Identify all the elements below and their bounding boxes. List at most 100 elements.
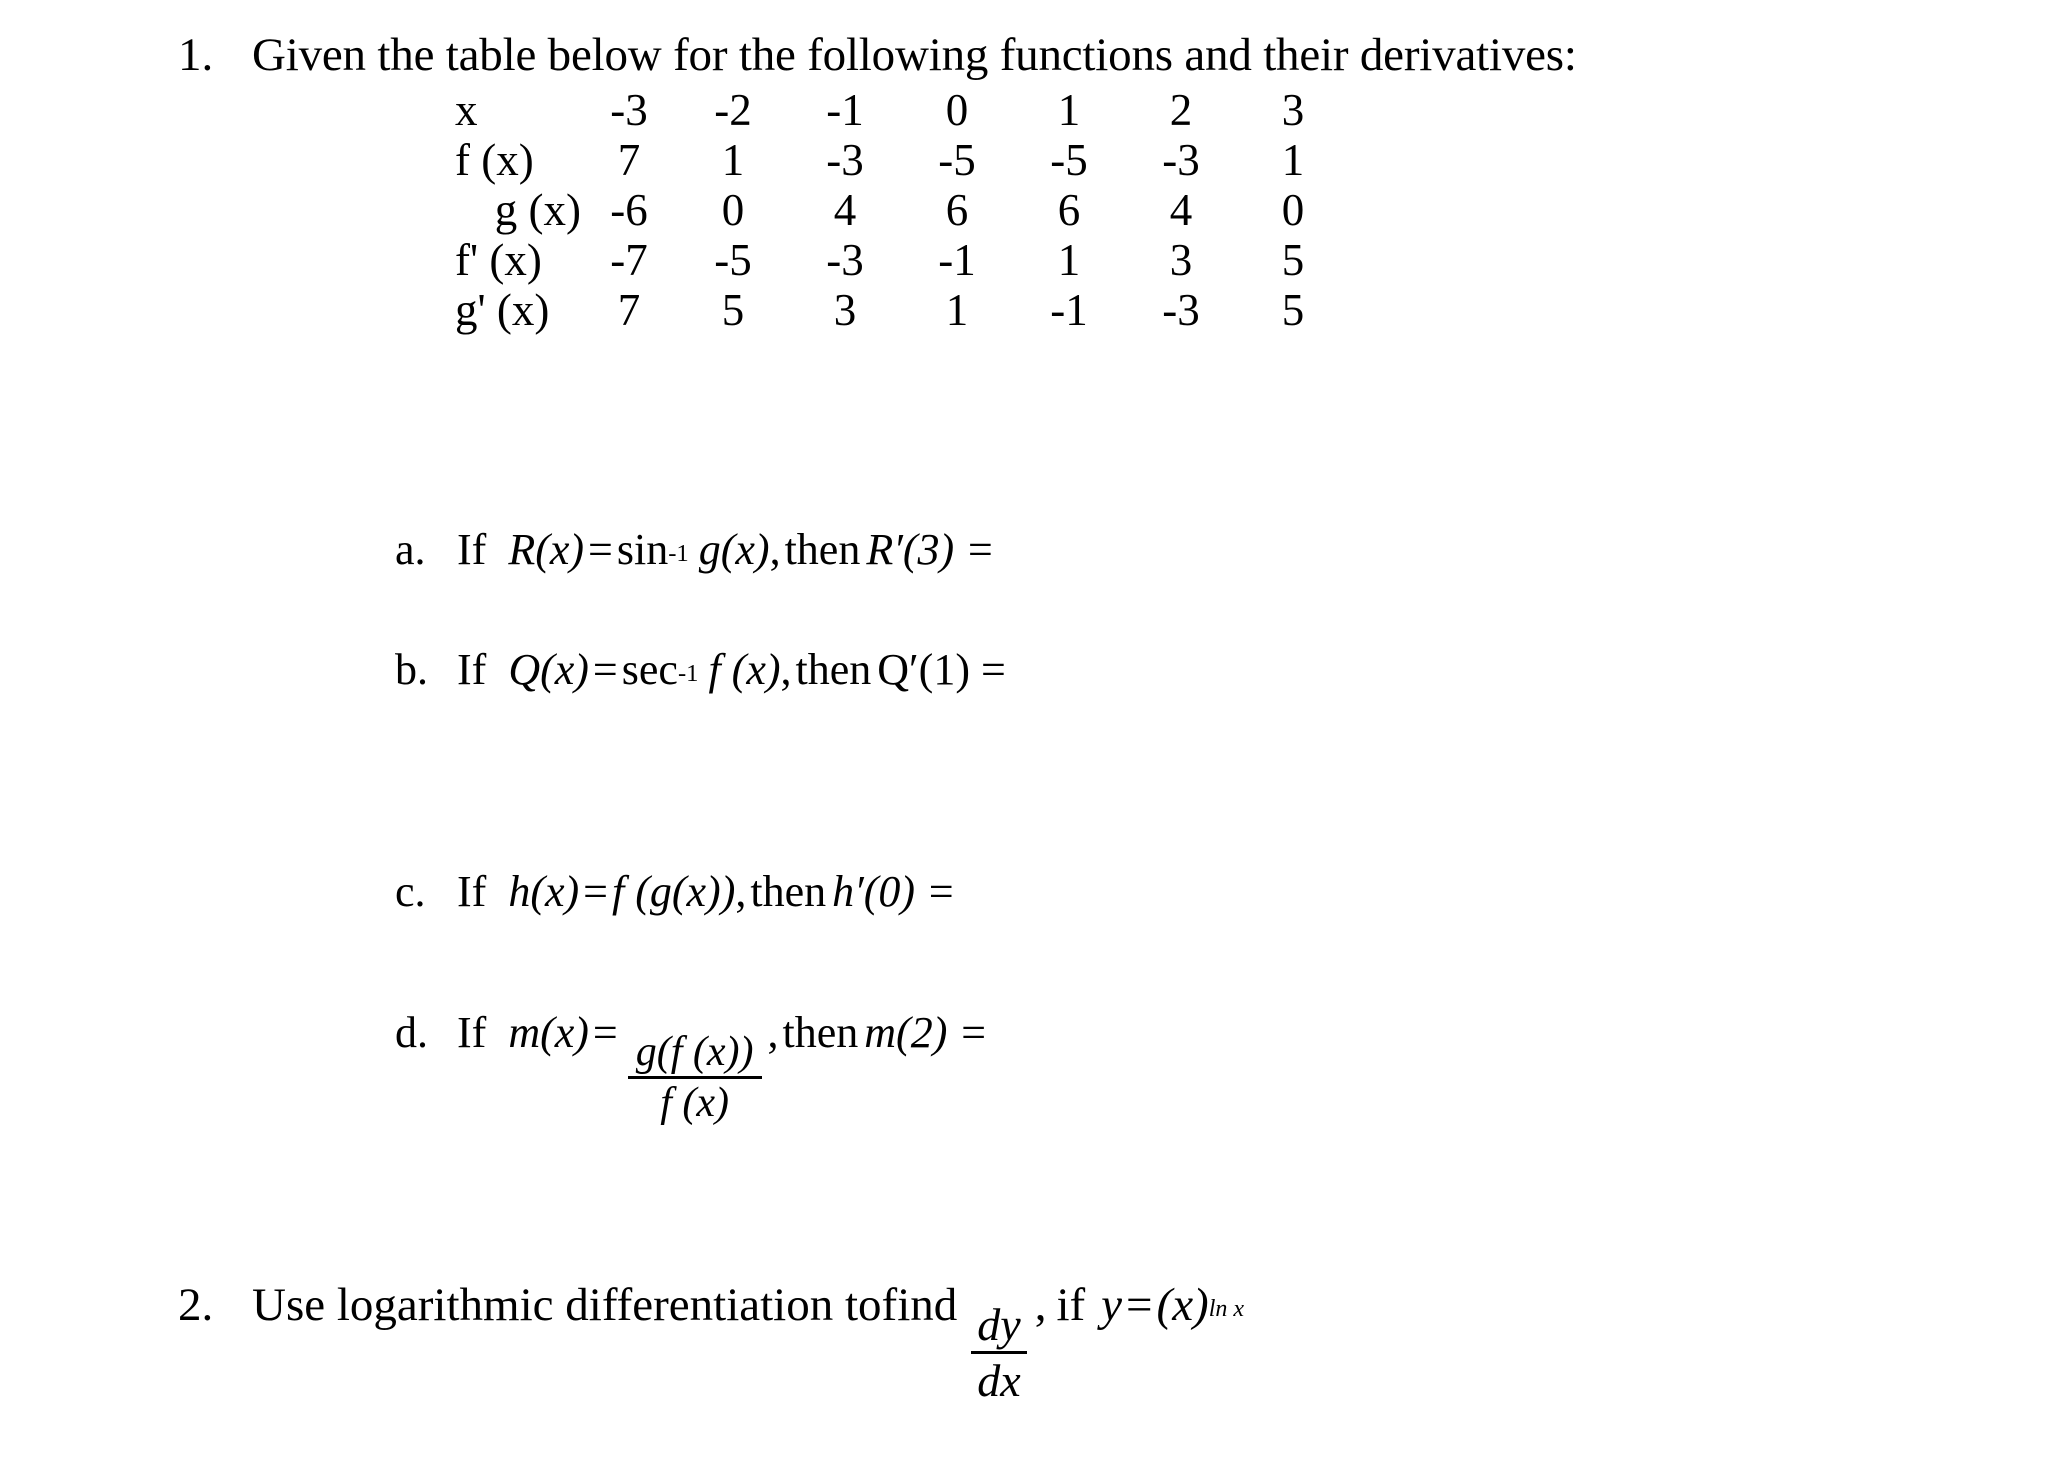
part-d-equals: =: [592, 1008, 618, 1057]
row-label-f: f (x): [455, 135, 534, 185]
part-b-equals: =: [592, 645, 618, 694]
cell-g-0: -6: [610, 185, 648, 235]
table-row-x: x -3 -2 -1 0 1 2 3: [455, 88, 1349, 138]
part-c-argument: f (g(x)): [611, 867, 736, 916]
cell-x-1: -2: [714, 85, 752, 135]
part-a-lhs: R(x): [508, 525, 585, 574]
part-d-result: m(2) =: [864, 1008, 989, 1057]
problem-1-part-b: b. If Q(x) = sec -1 f (x) , then Q′(1) =: [395, 645, 1006, 694]
problem-1-part-d: d. If m(x) = g(f (x)) f (x) , then m(2) …: [395, 1008, 989, 1126]
cell-g-5: 4: [1169, 185, 1193, 235]
problem-2-derivative-fraction: dy dx: [971, 1298, 1027, 1408]
part-d-fraction: g(f (x)) f (x): [627, 1028, 762, 1127]
cell-g-prime-6: 5: [1281, 285, 1305, 335]
problem-2-equation-equals: =: [1126, 1279, 1153, 1331]
part-b-letter: b.: [395, 645, 428, 694]
problem-1-stem-text: Given the table below for the following …: [252, 29, 1577, 81]
part-a-equals: =: [588, 525, 613, 574]
table-row-g-prime: g' (x) 7 5 3 1 -1 -3 5: [455, 288, 1349, 338]
problem-2-equation-base: (x): [1156, 1279, 1209, 1331]
cell-f-3: -5: [938, 135, 976, 185]
cell-g-2: 4: [833, 185, 857, 235]
part-a-letter: a.: [395, 525, 426, 574]
cell-f-prime-6: 5: [1281, 235, 1305, 285]
problem-1-part-c: c. If h(x) = f (g(x)) , then h′(0) =: [395, 870, 956, 914]
cell-f-prime-2: -3: [826, 235, 864, 285]
cell-g-prime-2: 3: [833, 285, 857, 335]
cell-x-3: 0: [945, 85, 969, 135]
row-label-g-prime: g' (x): [455, 285, 550, 335]
part-c-letter: c.: [395, 867, 426, 916]
part-a-function-name: sin: [616, 525, 669, 574]
cell-g-prime-4: -1: [1050, 285, 1088, 335]
problem-2-text-before: Use logarithmic differentiation to: [252, 1279, 882, 1331]
part-b-argument: f (x): [708, 645, 781, 694]
part-b-then: then: [795, 645, 872, 694]
cell-g-1: 0: [721, 185, 745, 235]
part-d-letter: d.: [395, 1008, 428, 1057]
cell-x-4: 1: [1057, 85, 1081, 135]
problem-2: 2. Use logarithmic differentiation to fi…: [178, 1279, 1245, 1407]
part-a-comma: ,: [769, 525, 781, 574]
part-a-then: then: [784, 525, 861, 574]
part-d-if: If: [457, 1008, 487, 1057]
table-row-f-prime: f' (x) -7 -5 -3 -1 1 3 5: [455, 238, 1349, 288]
cell-g-4: 6: [1057, 185, 1081, 235]
problem-2-equation-lhs: y: [1101, 1279, 1123, 1331]
problem-1-stem-line: 1. Given the table below for the followi…: [178, 32, 1978, 79]
part-b-result: Q′(1) =: [877, 645, 1006, 694]
part-b-comma: ,: [780, 645, 792, 694]
cell-x-2: -1: [826, 85, 864, 135]
cell-g-6: 0: [1281, 185, 1305, 235]
cell-f-6: 1: [1281, 135, 1305, 185]
cell-f-prime-5: 3: [1169, 235, 1193, 285]
problem-2-number: 2.: [178, 1279, 214, 1331]
cell-g-3: 6: [945, 185, 969, 235]
part-c-comma: ,: [735, 867, 747, 916]
cell-f-prime-0: -7: [610, 235, 648, 285]
worksheet-page: 1. Given the table below for the followi…: [0, 0, 2046, 1469]
misspelled-word-find: find: [882, 1282, 958, 1329]
table-row-g: g (x) -6 0 4 6 6 4 0: [455, 188, 1349, 238]
part-d-then: then: [782, 1008, 859, 1057]
part-c-equals: =: [583, 867, 608, 916]
cell-x-5: 2: [1169, 85, 1193, 135]
part-b-if: If: [457, 645, 487, 694]
part-d-numerator: g(f (x)): [635, 1028, 754, 1075]
cell-f-4: -5: [1050, 135, 1088, 185]
table-row-f: f (x) 7 1 -3 -5 -5 -3 1: [455, 138, 1349, 188]
part-a-if: If: [457, 525, 487, 574]
part-b-lhs: Q(x): [508, 645, 589, 694]
problem-1-part-a: a. If R(x) = sin -1 g(x) , then R′(3) =: [395, 525, 995, 574]
cell-g-prime-5: -3: [1162, 285, 1200, 335]
cell-f-prime-3: -1: [938, 235, 976, 285]
part-c-then: then: [750, 867, 827, 916]
problem-2-comma: ,: [1034, 1279, 1047, 1331]
problem-2-misspelled-word: find: [881, 1279, 958, 1331]
problem-2-derivative-numerator: dy: [977, 1298, 1021, 1350]
row-label-x: x: [455, 85, 478, 135]
part-c-lhs: h(x): [508, 867, 580, 916]
cell-x-6: 3: [1281, 85, 1305, 135]
cell-f-2: -3: [826, 135, 864, 185]
problem-1-number: 1.: [178, 29, 214, 81]
part-d-lhs: m(x): [508, 1008, 589, 1057]
part-d-comma: ,: [767, 1008, 779, 1057]
row-label-f-prime: f' (x): [455, 235, 542, 285]
cell-g-prime-1: 5: [721, 285, 745, 335]
problem-2-if: if: [1056, 1279, 1086, 1331]
part-c-if: If: [457, 867, 487, 916]
part-d-denominator: f (x): [660, 1079, 730, 1126]
part-a-argument: g(x): [698, 525, 770, 574]
cell-f-1: 1: [721, 135, 745, 185]
cell-f-prime-4: 1: [1057, 235, 1081, 285]
function-values-table: x -3 -2 -1 0 1 2 3 f (x) 7 1 -3 -5 -5 -3…: [455, 88, 1349, 338]
row-label-g: g (x): [494, 185, 581, 235]
cell-f-5: -3: [1162, 135, 1200, 185]
cell-g-prime-0: 7: [617, 285, 641, 335]
cell-f-0: 7: [617, 135, 641, 185]
cell-f-prime-1: -5: [714, 235, 752, 285]
cell-x-0: -3: [610, 85, 648, 135]
part-c-result: h′(0) =: [832, 867, 956, 916]
part-b-function-name: sec: [621, 645, 678, 694]
